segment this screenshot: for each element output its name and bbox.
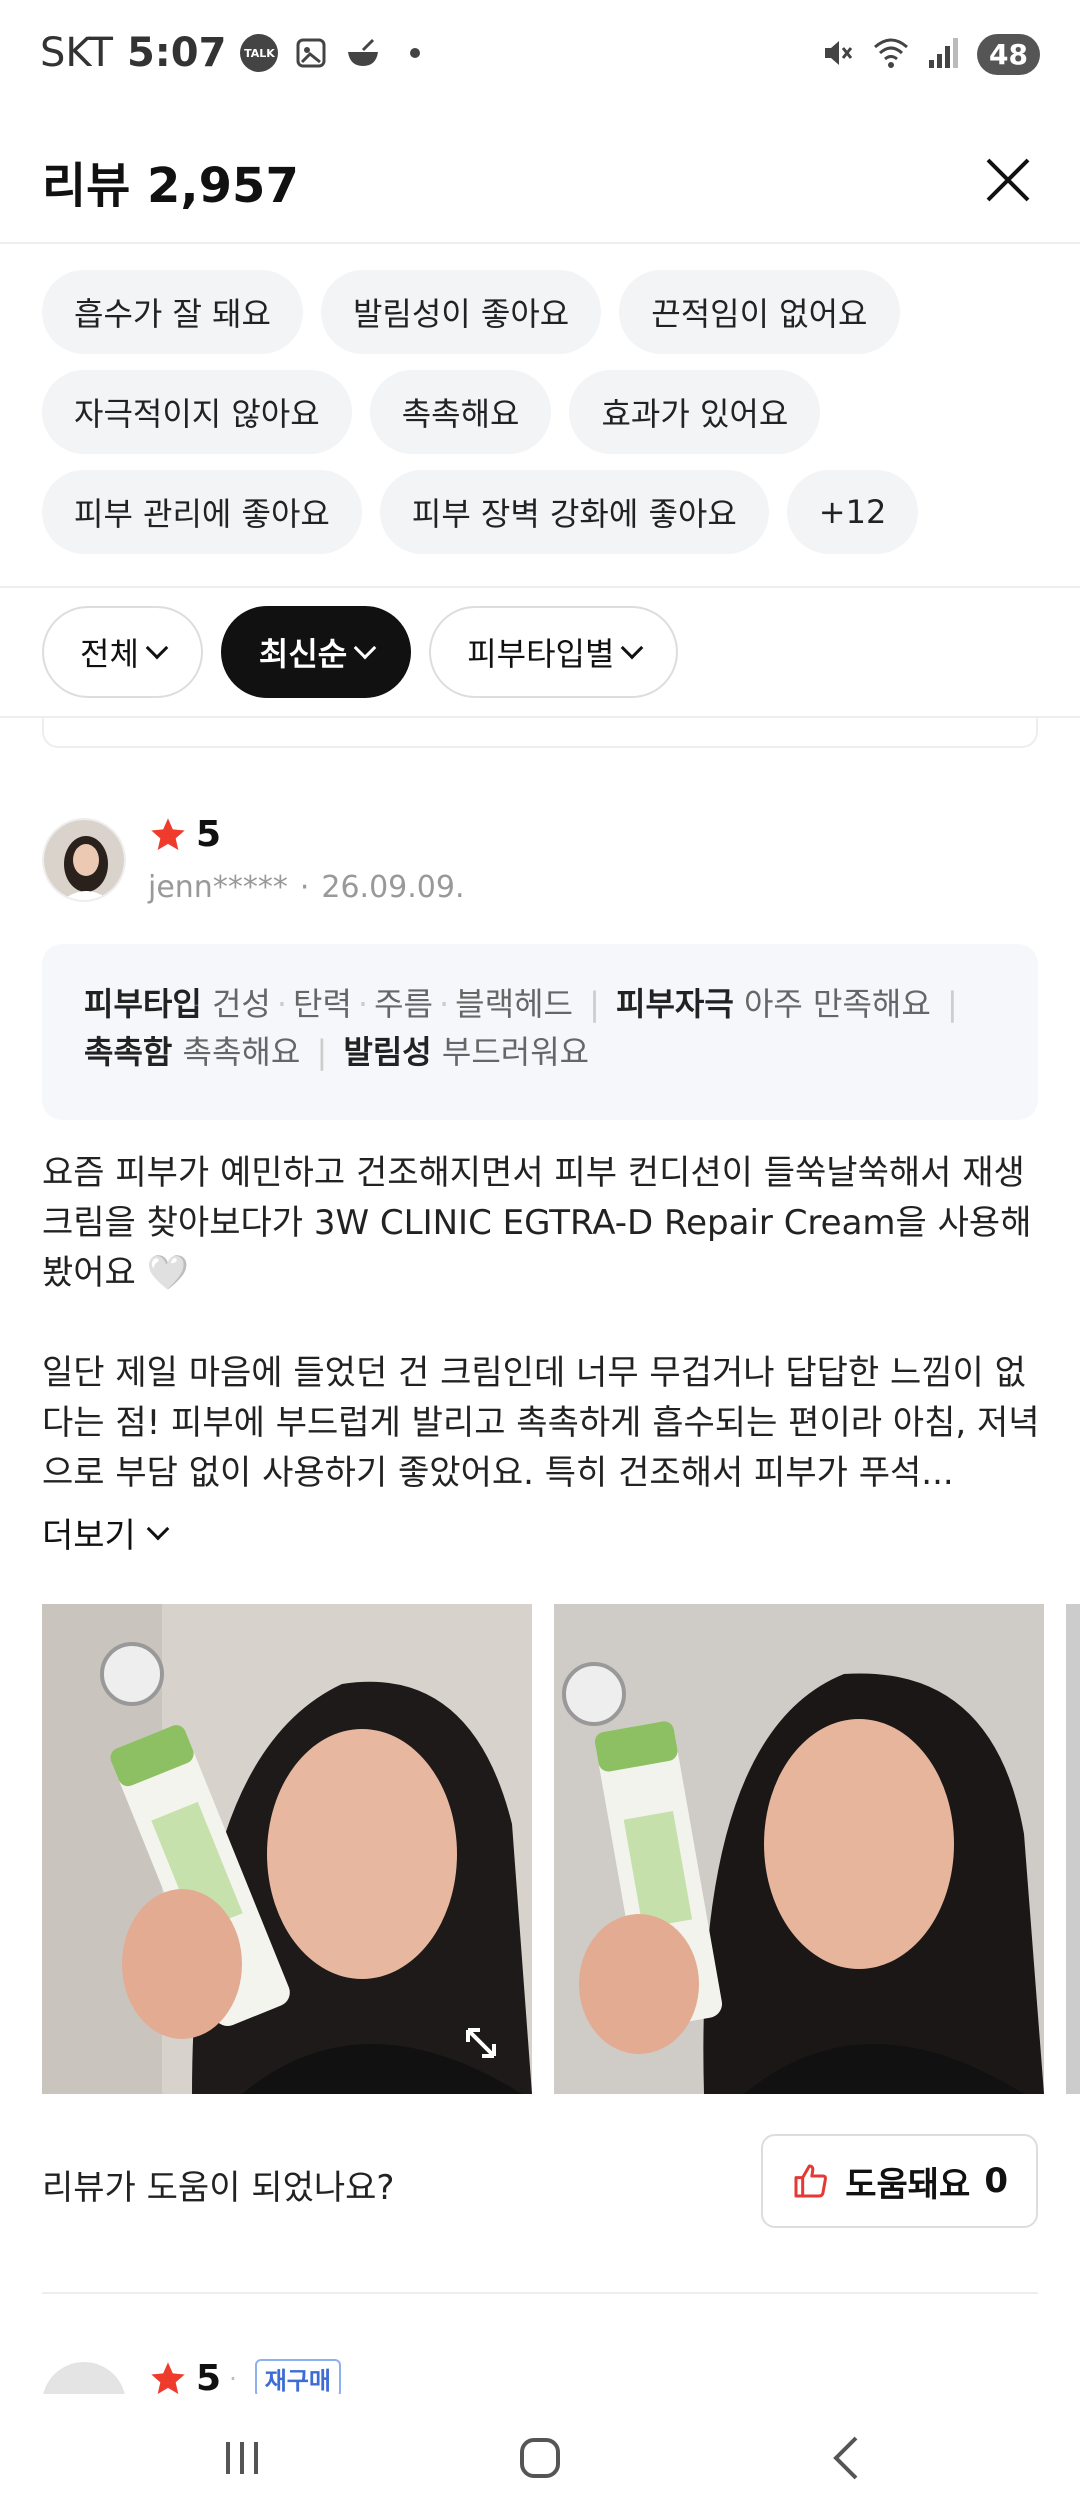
keyword-chip[interactable]: 피부 장벽 강화에 좋아요 [379,470,769,554]
review-photo[interactable] [1066,1604,1080,2094]
filter-bar: 전체 최신순 피부타입별 [42,606,679,698]
back-icon[interactable] [818,2428,878,2488]
page-title: 리뷰 2,957 [42,158,299,214]
chevron-down-icon [353,636,377,660]
expand-icon [466,2028,496,2058]
filter-all-dropdown[interactable]: 전체 [42,606,203,698]
moisture-attr-label: 촉촉함 [84,1033,173,1071]
keyword-chip[interactable]: 흡수가 잘 돼요 [42,270,303,354]
review-paragraph: 일단 제일 마음에 들었던 건 크림인데 너무 무겁거나 답답한 느낌이 없다는… [42,1353,1040,1493]
sort-dropdown[interactable]: 최신순 [220,606,412,698]
skin-type-tag: 블랙헤드 [455,985,573,1023]
status-bar-left: SKT 5:07 TALK [40,30,434,76]
skin-type-tag: 주름 [374,985,433,1023]
clock: 5:07 [126,30,227,76]
helpful-count: 0 [984,2161,1008,2201]
spread-attr-value: 부드러워요 [441,1033,590,1071]
keyword-chip[interactable]: 자극적이지 않아요 [42,370,352,454]
close-icon [986,158,1030,202]
keyword-chip-list: 흡수가 잘 돼요 발림성이 좋아요 끈적임이 없어요 자극적이지 않아요 촉촉해… [42,270,1042,554]
star-icon [151,2361,185,2394]
keyword-chip[interactable]: 피부 관리에 좋아요 [42,470,362,554]
chevron-down-icon [145,636,169,660]
skin-type-tag: 탄력 [293,985,352,1023]
keyword-chip[interactable]: 끈적임이 없어요 [619,270,900,354]
helpful-question: 리뷰가 도움이 되었나요? [42,2168,395,2208]
attr-line-1: 피부타입 건성 · 탄력 · 주름 · 블랙헤드 | 피부자극 아주 만족해요 | [84,985,958,1023]
skin-type-attr-label: 피부타입 [84,985,202,1023]
mute-icon [819,35,855,75]
review-rating: 5 [148,814,221,855]
repurchase-badge: 재구매 [254,2359,341,2398]
signal-icon [927,36,961,74]
chevron-down-icon [146,1517,170,1540]
meta-separator: · [229,2364,237,2393]
read-more-button[interactable]: 더보기 [42,1508,170,1557]
sort-label: 최신순 [258,635,348,673]
more-dot-icon [396,34,434,72]
helpful-button[interactable]: 도움돼요 0 [761,2134,1038,2228]
review-date: 26.09.09. [321,870,465,905]
spread-attr-label: 발림성 [343,1033,432,1071]
review-author: jenn***** [148,870,288,905]
meta-separator: · [299,870,310,905]
divider [0,586,1080,588]
attr-line-2: 촉촉함 촉촉해요 | 발림성 부드러워요 [84,1033,590,1071]
chevron-down-icon [621,636,644,660]
carrier: SKT [40,30,113,76]
keyword-chip[interactable]: 발림성이 좋아요 [320,270,602,354]
status-bar-right: 48 [819,34,1040,75]
review-photo-carousel[interactable] [42,1604,1080,2094]
review-body: 요즘 피부가 예민하고 건조해지면서 피부 컨디션이 들쑥날쑥해서 재생크림을 … [42,1148,1042,1548]
filter-all-label: 전체 [80,635,139,673]
system-nav-bar [0,2394,1080,2520]
skin-type-label: 피부타입별 [467,635,615,673]
helpful-label: 도움돼요 [845,2164,971,2205]
review-meta: jenn***** · 26.09.09. [148,870,465,905]
review-attributes: 피부타입 건성 · 탄력 · 주름 · 블랙헤드 | 피부자극 아주 만족해요 | 촉촉함 … [42,944,1038,1120]
review-photo[interactable] [42,1604,532,2094]
keyword-chip[interactable]: 촉촉해요 [369,370,552,454]
battery-indicator: 48 [977,34,1040,75]
more-keywords-chip[interactable]: +12 [786,470,919,554]
star-icon [151,817,185,850]
close-button[interactable] [978,150,1038,210]
review-paragraph: 요즘 피부가 예민하고 건조해지면서 피부 컨디션이 들쑥날쑥해서 재생크림을 … [42,1153,1032,1293]
rating-value: 5 [196,2358,222,2399]
thumbs-up-icon [794,2164,828,2198]
review-photo[interactable] [554,1604,1044,2094]
review-rating: 5 · 재구매 [148,2358,341,2399]
read-more-label: 더보기 [42,1516,136,1556]
avatar[interactable] [42,818,126,902]
moisture-attr-value: 촉촉해요 [182,1033,301,1071]
status-bar: SKT 5:07 TALK 48 [0,0,1080,116]
skin-type-tag: 건성 [211,985,271,1023]
keyword-chip[interactable]: 효과가 있어요 [569,370,821,454]
home-icon[interactable] [510,2428,570,2488]
irritation-attr-label: 피부자극 [616,985,734,1023]
wifi-icon [871,35,911,75]
rating-value: 5 [196,814,222,855]
skin-type-dropdown[interactable]: 피부타입별 [429,606,679,698]
irritation-attr-value: 아주 만족해요 [743,985,931,1023]
bowl-icon [344,34,382,72]
gallery-icon [292,34,330,72]
kakaotalk-icon: TALK [240,34,279,72]
divider [42,2292,1038,2294]
review-header: 리뷰 2,957 [0,116,1080,244]
recent-apps-icon[interactable] [212,2428,272,2488]
previous-card-edge [42,718,1038,748]
